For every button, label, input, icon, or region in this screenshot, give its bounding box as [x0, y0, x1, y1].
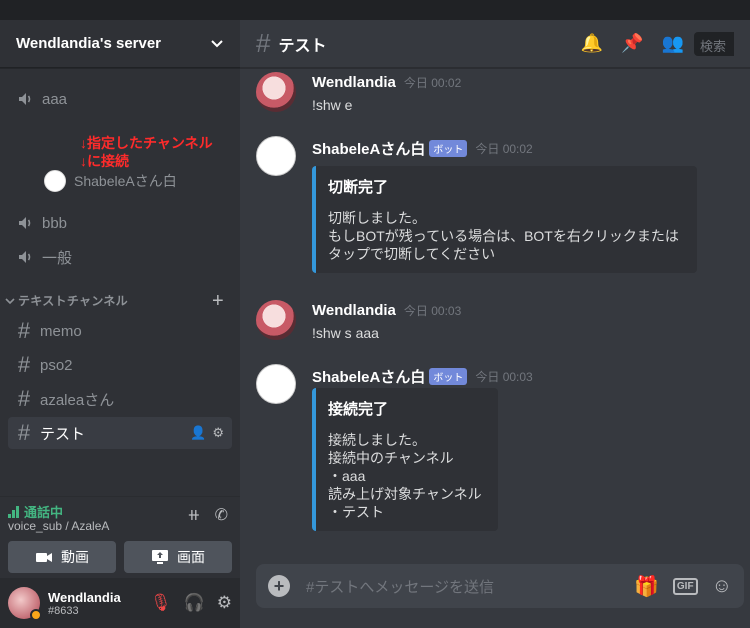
text-channel-label: テスト: [40, 425, 86, 443]
voice-channel-label: aaa: [42, 90, 68, 108]
headphones-icon[interactable]: 🎧: [184, 593, 205, 613]
category-label: テキストチャンネル: [18, 294, 128, 308]
text-channel-pso2[interactable]: # pso2: [8, 349, 232, 381]
username: Wendlandia: [48, 589, 121, 605]
avatar[interactable]: [256, 72, 296, 112]
gear-icon[interactable]: ⚙: [212, 425, 224, 441]
add-attachment-button[interactable]: +: [268, 575, 290, 597]
noise-suppression-icon[interactable]: ⧺: [187, 505, 200, 525]
voice-channel-label: bbb: [42, 214, 68, 232]
server-name: Wendlandia's server: [16, 35, 162, 52]
camera-icon: [36, 553, 52, 562]
annotation-line-1: ↓指定したチャンネル: [80, 135, 213, 151]
category-text-channels[interactable]: テキストチャンネル +: [4, 291, 232, 311]
hash-icon: #: [17, 318, 31, 343]
message-author[interactable]: ShabeleAさん白: [312, 366, 425, 387]
text-channel-label: azaleaさん: [40, 391, 115, 409]
mic-muted-icon[interactable]: 🎙: [150, 593, 172, 613]
voice-status-panel: 通話中 voice_sub / AzaleA ⧺ ✆ 動画 画面: [0, 496, 240, 578]
hash-icon: #: [17, 386, 31, 411]
annotation-line-2: ↓に接続: [80, 153, 129, 169]
annotation-text: ↓指定したチャンネル ↓に接続: [80, 134, 213, 170]
hash-icon: #: [256, 28, 271, 58]
voice-user-name: ShabeleAさん白: [74, 173, 177, 189]
chevron-down-icon[interactable]: [210, 37, 224, 51]
message-author[interactable]: Wendlandia: [312, 74, 396, 91]
disconnect-icon[interactable]: ✆: [215, 505, 228, 525]
idle-status-icon: [30, 609, 42, 621]
voice-channel-general[interactable]: 一般: [8, 242, 232, 272]
channel-sidebar: Wendlandia's server aaa ↓指定したチャンネル ↓に接続 …: [0, 20, 240, 628]
video-button-label: 動画: [61, 549, 89, 565]
text-channel-label: pso2: [40, 356, 73, 374]
message-text: !shw s aaa: [312, 325, 379, 341]
text-channel-test[interactable]: # テスト 👤 ⚙: [8, 417, 232, 449]
gif-icon[interactable]: GIF: [672, 577, 698, 595]
screen-share-button[interactable]: 画面: [124, 541, 232, 573]
pin-icon[interactable]: 📌: [621, 33, 643, 54]
text-channel-azalea[interactable]: # azaleaさん: [8, 383, 232, 415]
speaker-icon: [19, 251, 31, 263]
embed-title: 接続完了: [328, 401, 389, 418]
user-panel: Wendlandia #8633 🎙 🎧 ⚙: [0, 578, 240, 628]
embed-description: 接続しました。 接続中のチャンネル ・aaa 読み上げ対象チャンネル ・テスト: [328, 432, 482, 520]
gift-icon[interactable]: 🎁: [634, 574, 659, 599]
channel-header: # テスト 🔔 📌 👥 検索: [240, 20, 750, 68]
chat-area: # テスト 🔔 📌 👥 検索 Wendlandia 今日 00:02 !shw …: [240, 20, 750, 628]
screen-share-label: 画面: [177, 549, 205, 565]
add-channel-button[interactable]: +: [212, 291, 224, 311]
server-header[interactable]: Wendlandia's server: [0, 20, 240, 68]
message-timestamp: 今日 00:02: [475, 142, 533, 156]
bot-badge: ボット: [429, 140, 468, 157]
message-input[interactable]: #テストへメッセージを送信: [306, 576, 634, 597]
message-author[interactable]: Wendlandia: [312, 302, 396, 319]
chevron-down-icon: [5, 297, 15, 304]
message-text: !shw e: [312, 97, 353, 113]
hash-icon: #: [17, 352, 31, 377]
gear-icon[interactable]: ⚙: [217, 593, 232, 613]
avatar[interactable]: [8, 587, 42, 621]
speaker-icon: [19, 93, 31, 105]
embed: 接続完了 接続しました。 接続中のチャンネル ・aaa 読み上げ対象チャンネル …: [312, 388, 498, 531]
text-channel-memo[interactable]: # memo: [8, 315, 232, 347]
voice-channel-path: voice_sub / AzaleA: [8, 519, 110, 533]
voice-channel-aaa[interactable]: aaa: [8, 84, 232, 114]
avatar[interactable]: [256, 364, 296, 404]
window-top-strip: [0, 0, 750, 20]
text-channel-label: memo: [40, 322, 82, 340]
avatar: [44, 170, 66, 192]
voice-channel-label: 一般: [42, 249, 73, 267]
user-tag: #8633: [48, 604, 79, 617]
embed-description: 切断しました。 もしBOTが残っている場合は、BOTを右クリックまたは タップで…: [328, 210, 679, 262]
screen-share-icon: [152, 550, 168, 564]
video-button[interactable]: 動画: [8, 541, 116, 573]
signal-icon: [8, 505, 19, 518]
emoji-icon[interactable]: ☺: [712, 575, 732, 598]
message-timestamp: 今日 00:03: [403, 304, 462, 318]
hash-icon: #: [17, 420, 31, 445]
bot-badge: ボット: [429, 368, 468, 385]
embed: 切断完了 切断しました。 もしBOTが残っている場合は、BOTを右クリックまたは…: [312, 166, 697, 273]
search-input[interactable]: 検索: [694, 31, 734, 56]
embed-title: 切断完了: [328, 179, 389, 196]
avatar[interactable]: [256, 136, 296, 176]
bell-icon[interactable]: 🔔: [581, 33, 603, 54]
avatar[interactable]: [256, 300, 296, 340]
voice-connected-user[interactable]: ShabeleAさん白: [44, 170, 177, 192]
message-timestamp: 今日 00:02: [403, 76, 462, 90]
message-composer: + #テストへメッセージを送信 🎁 GIF ☺: [256, 564, 744, 608]
message-timestamp: 今日 00:03: [475, 370, 533, 384]
add-member-icon[interactable]: 👤: [190, 425, 206, 441]
voice-channel-bbb[interactable]: bbb: [8, 208, 232, 238]
message-author[interactable]: ShabeleAさん白: [312, 138, 425, 159]
channel-list: aaa ↓指定したチャンネル ↓に接続 ShabeleAさん白 bbb 一般 テ…: [0, 68, 240, 480]
members-icon[interactable]: 👥: [662, 33, 684, 54]
channel-title: テスト: [278, 37, 327, 55]
speaker-icon: [19, 217, 31, 229]
